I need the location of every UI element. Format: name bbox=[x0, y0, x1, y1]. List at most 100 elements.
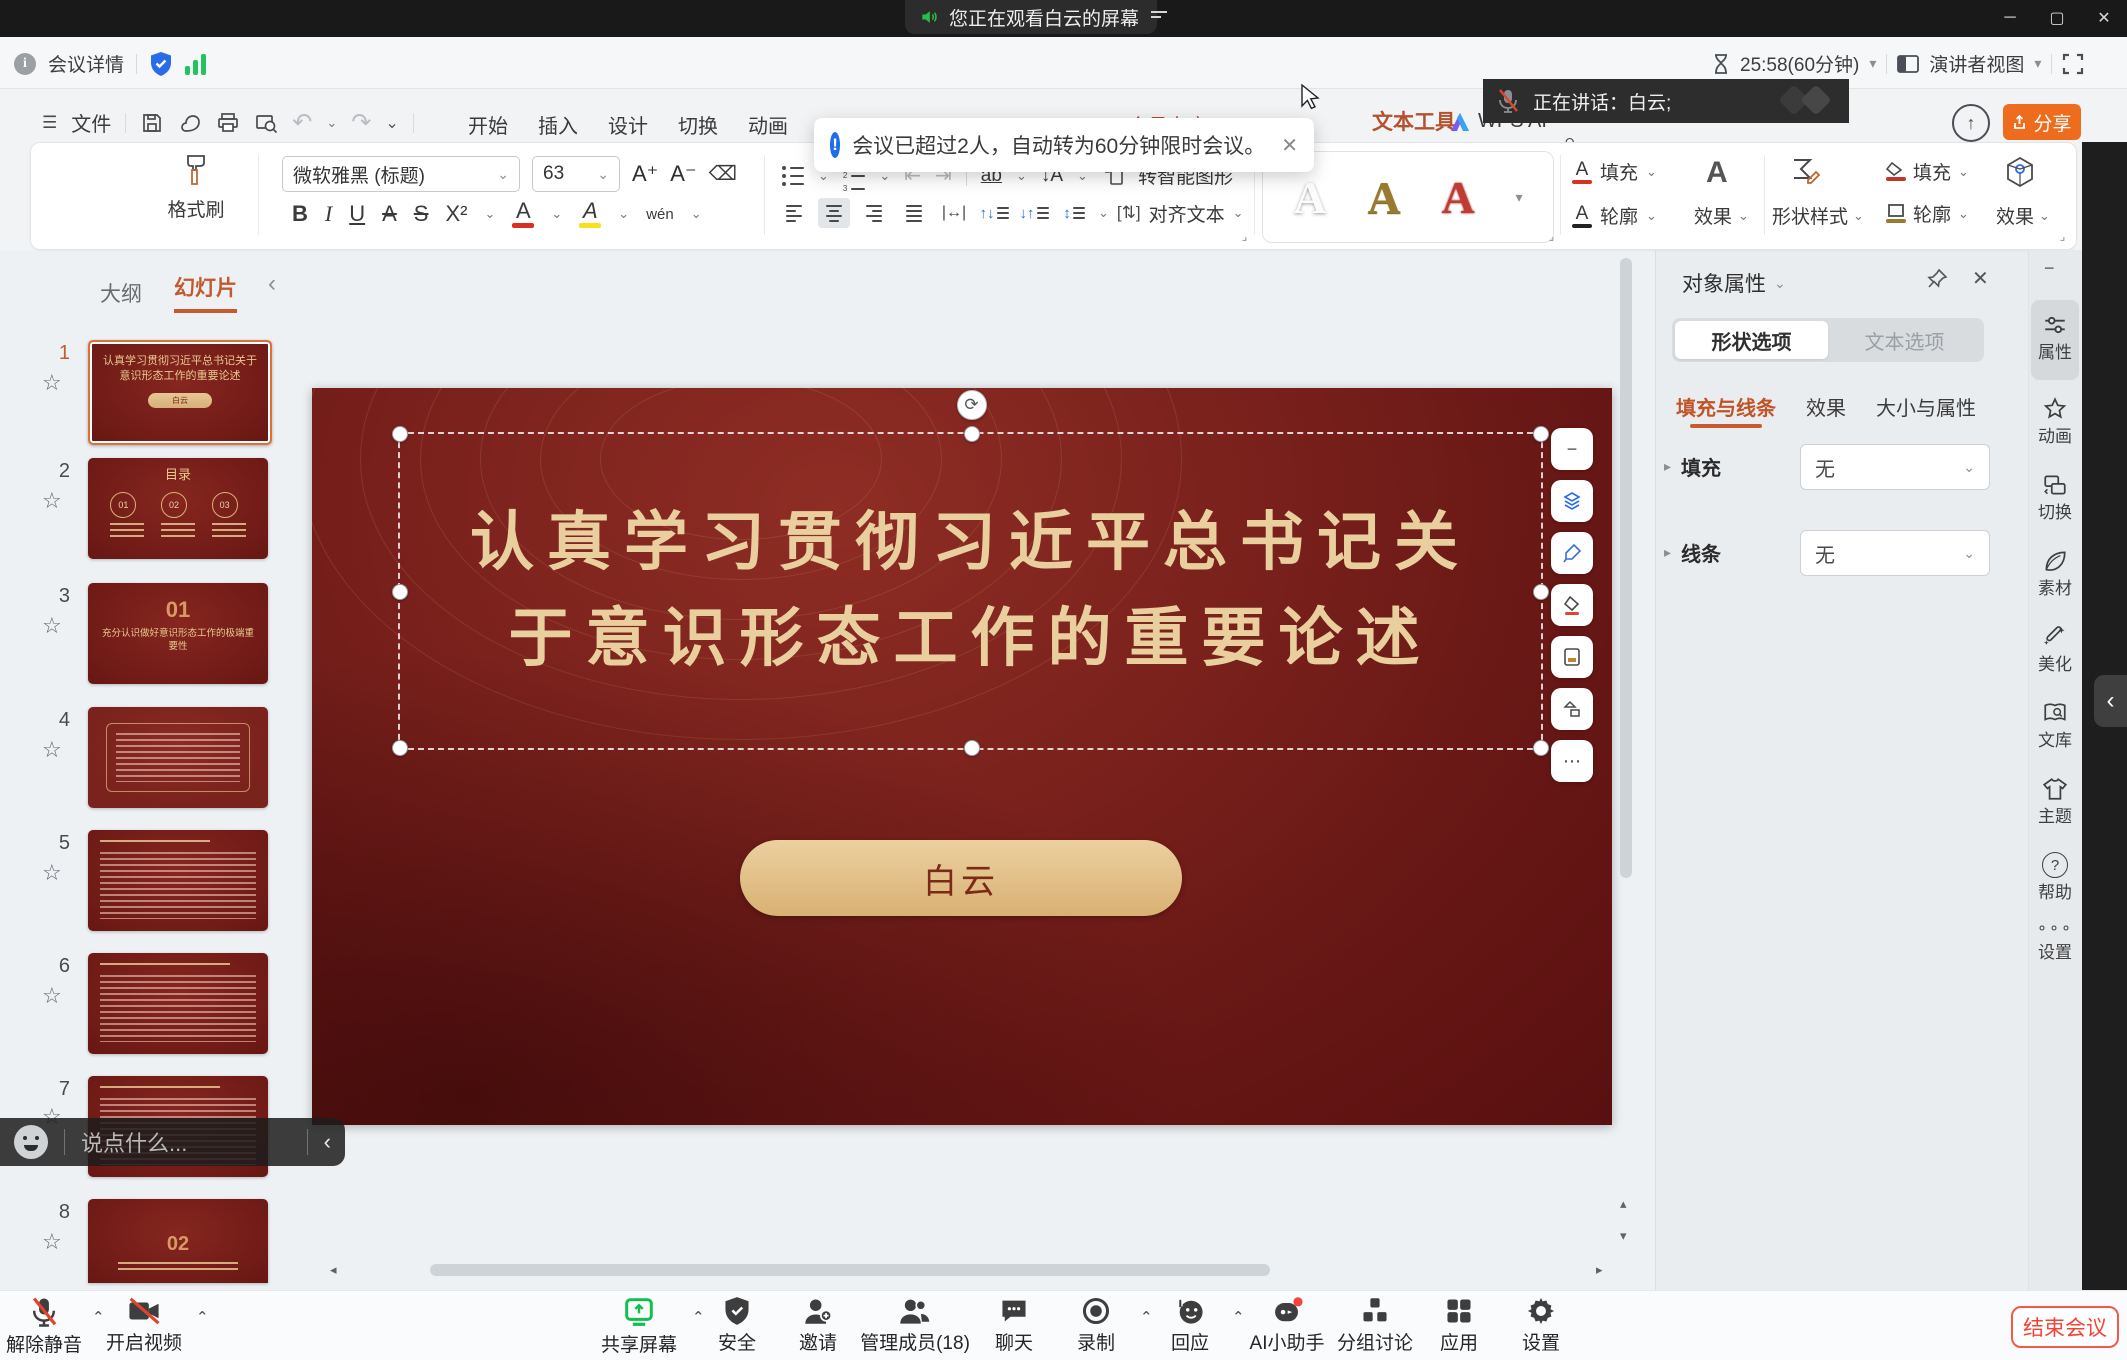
brush-tool-button[interactable] bbox=[1551, 532, 1593, 574]
text-fill-dropdown-icon[interactable]: ⌄ bbox=[1646, 164, 1657, 180]
network-signal-icon[interactable] bbox=[185, 53, 206, 75]
settings-button[interactable]: 设置 bbox=[1522, 1296, 1560, 1355]
panel-collapse-tab[interactable]: ‹ bbox=[2094, 675, 2127, 727]
rail-item-transition[interactable]: 切换 bbox=[2028, 472, 2082, 523]
slide-thumbnail-4[interactable] bbox=[88, 707, 268, 808]
resize-handle-nw[interactable] bbox=[392, 426, 408, 442]
line-expand-icon[interactable]: ▸ bbox=[1664, 544, 1671, 561]
hamburger-icon[interactable]: ☰ bbox=[42, 113, 57, 133]
resize-handle-n[interactable] bbox=[964, 426, 980, 442]
share-button[interactable]: 分享 bbox=[2003, 104, 2081, 140]
end-meeting-button[interactable]: 结束会议 bbox=[2011, 1306, 2119, 1348]
shape-effect-button[interactable]: 效果 bbox=[1996, 202, 2034, 229]
window-minimize-button[interactable]: ─ bbox=[1993, 4, 2027, 32]
slide-thumbnail-6[interactable] bbox=[88, 953, 268, 1054]
font-color-dropdown-icon[interactable]: ⌄ bbox=[551, 206, 562, 222]
shape-style-dropdown-icon[interactable]: ⌄ bbox=[1853, 208, 1864, 224]
scroll-right-icon[interactable]: ▸ bbox=[1596, 1262, 1603, 1278]
properties-dropdown-icon[interactable]: ⌄ bbox=[1774, 275, 1786, 292]
scroll-left-icon[interactable]: ◂ bbox=[330, 1262, 337, 1278]
resize-handle-s[interactable] bbox=[964, 740, 980, 756]
slide-star-icon[interactable]: ☆ bbox=[42, 488, 62, 514]
chat-collapse-icon[interactable]: ‹ bbox=[324, 1129, 331, 1155]
shape-effect-dropdown-icon[interactable]: ⌄ bbox=[2039, 208, 2050, 224]
tab-insert[interactable]: 插入 bbox=[538, 110, 578, 139]
reactions-button[interactable]: 回应 bbox=[1171, 1296, 1209, 1355]
meeting-details-link[interactable]: 会议详情 bbox=[48, 50, 124, 77]
print-preview-icon[interactable] bbox=[254, 111, 278, 135]
shape-outline-dropdown-icon[interactable]: ⌄ bbox=[1958, 206, 1969, 222]
wps-ai-logo-icon[interactable] bbox=[1448, 110, 1472, 134]
placeholder-style-button[interactable] bbox=[1551, 636, 1593, 678]
justify-button[interactable] bbox=[898, 198, 930, 228]
redo-icon[interactable]: ↷ bbox=[351, 108, 371, 137]
cloud-upload-icon[interactable]: ↑ bbox=[1952, 104, 1990, 142]
toast-close-icon[interactable]: ✕ bbox=[1281, 133, 1298, 158]
slide-thumbnail-8[interactable]: 02 bbox=[88, 1199, 268, 1283]
rotate-handle[interactable]: ⟳ bbox=[957, 390, 987, 420]
scroll-up-icon[interactable]: ▴ bbox=[1620, 1196, 1627, 1212]
start-video-button[interactable]: 开启视频 bbox=[106, 1296, 182, 1355]
timer-dropdown-icon[interactable]: ▾ bbox=[1869, 55, 1876, 72]
invite-button[interactable]: 邀请 bbox=[799, 1296, 837, 1355]
align-left-button[interactable] bbox=[778, 198, 810, 228]
rail-item-assets[interactable]: 素材 bbox=[2028, 548, 2082, 599]
align-text-dropdown-icon[interactable]: ⌄ bbox=[1233, 205, 1244, 221]
superscript-dropdown-icon[interactable]: ⌄ bbox=[484, 206, 495, 222]
strikethrough-button[interactable]: S bbox=[414, 203, 429, 225]
wordart-more-icon[interactable]: ▾ bbox=[1516, 189, 1523, 206]
increase-spacing-button[interactable]: ↑↓ bbox=[978, 198, 1010, 228]
emoji-icon[interactable] bbox=[14, 1125, 48, 1159]
undo-icon[interactable]: ↶ bbox=[292, 108, 312, 137]
tab-animation[interactable]: 动画 bbox=[748, 110, 788, 139]
horizontal-scrollbar[interactable] bbox=[430, 1264, 1270, 1276]
tab-shape-options[interactable]: 形状选项 bbox=[1675, 321, 1828, 359]
font-color-button[interactable]: A bbox=[512, 200, 534, 228]
save-icon[interactable] bbox=[140, 111, 164, 135]
line-spacing-dropdown-icon[interactable]: ⌄ bbox=[1098, 205, 1109, 221]
resize-handle-e[interactable] bbox=[1533, 584, 1549, 600]
record-button[interactable]: 录制 bbox=[1077, 1296, 1115, 1355]
tab-home[interactable]: 开始 bbox=[468, 110, 508, 139]
title-textbox[interactable]: 认真学习贯彻习近平总书记关 于意识形态工作的重要论述 ⟳ bbox=[398, 432, 1543, 750]
slide-star-icon[interactable]: ☆ bbox=[42, 370, 62, 396]
font-name-select[interactable]: 微软雅黑 (标题) ⌄ bbox=[282, 156, 520, 192]
text-fill-button[interactable]: 填充 bbox=[1600, 158, 1638, 185]
chat-input-placeholder[interactable]: 说点什么... bbox=[81, 1126, 187, 1158]
slide-star-icon[interactable]: ☆ bbox=[42, 983, 62, 1009]
vertical-scrollbar[interactable] bbox=[1620, 258, 1632, 878]
properties-close-icon[interactable]: ✕ bbox=[1972, 266, 1989, 291]
slide-canvas[interactable]: 认真学习贯彻习近平总书记关 于意识形态工作的重要论述 ⟳ 白云 bbox=[312, 388, 1612, 1125]
tab-transition[interactable]: 切换 bbox=[678, 110, 718, 139]
wordart-preset-3[interactable]: A bbox=[1442, 171, 1475, 224]
undo-dropdown-icon[interactable]: ⌄ bbox=[326, 115, 337, 131]
phonetic-guide-button[interactable]: wén bbox=[646, 207, 674, 222]
wordart-preset-2[interactable]: A bbox=[1367, 171, 1400, 224]
slide-thumbnail-2[interactable]: 目录 01 02 03 bbox=[88, 458, 268, 559]
increase-font-button[interactable]: A⁺ bbox=[632, 163, 658, 185]
text-effect-dropdown-icon[interactable]: ⌄ bbox=[1738, 208, 1749, 224]
align-right-button[interactable] bbox=[858, 198, 890, 228]
rail-item-theme[interactable]: 主题 bbox=[2028, 776, 2082, 827]
shape-style-button[interactable]: 形状样式 bbox=[1772, 202, 1848, 229]
chat-quick-bar[interactable]: 说点什么... ‹ bbox=[0, 1118, 345, 1166]
resize-handle-sw[interactable] bbox=[392, 740, 408, 756]
window-close-button[interactable]: ✕ bbox=[2087, 4, 2121, 32]
security-shield-icon[interactable] bbox=[149, 51, 173, 77]
swap-shape-button[interactable] bbox=[1551, 688, 1593, 730]
line-select[interactable]: 无 ⌄ bbox=[1800, 530, 1990, 576]
manage-members-button[interactable]: 管理成员(18) bbox=[860, 1296, 970, 1355]
tab-design[interactable]: 设计 bbox=[608, 110, 648, 139]
underline-button[interactable]: U bbox=[349, 203, 365, 225]
distribute-button[interactable]: |↔| bbox=[938, 198, 970, 228]
subtab-size[interactable]: 大小与属性 bbox=[1876, 392, 1976, 421]
fill-expand-icon[interactable]: ▸ bbox=[1664, 458, 1671, 475]
slide-thumbnail-3[interactable]: 01 充分认识做好意识形态工作的极端重要性 bbox=[88, 583, 268, 684]
shape-fill-button[interactable]: 填充 bbox=[1913, 158, 1951, 185]
unmute-button[interactable]: 解除静音 bbox=[6, 1296, 82, 1357]
resize-handle-w[interactable] bbox=[392, 584, 408, 600]
share-options-icon[interactable]: ⌃ bbox=[692, 1308, 705, 1326]
tab-text-options[interactable]: 文本选项 bbox=[1828, 321, 1981, 359]
align-center-button[interactable] bbox=[818, 198, 850, 228]
rail-item-animation[interactable]: 动画 bbox=[2028, 396, 2082, 447]
